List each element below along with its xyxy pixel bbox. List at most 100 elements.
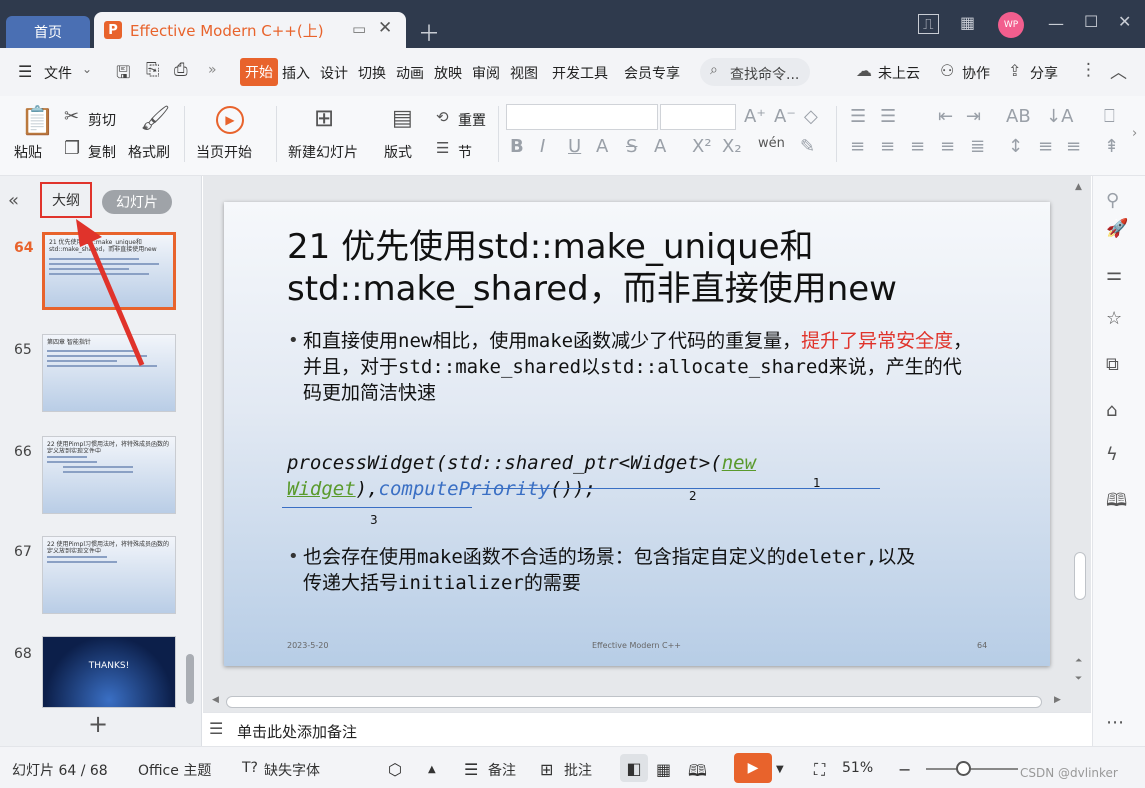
collapse-ribbon-icon[interactable]: ︿ (1110, 58, 1127, 83)
new-slide-button[interactable]: 新建幻灯片 (288, 142, 358, 162)
store-icon[interactable]: ⌂ (1106, 400, 1117, 421)
add-slide-button[interactable]: + (88, 710, 108, 738)
bold-icon[interactable]: B (510, 136, 524, 157)
numbered-list-icon[interactable]: ☰ (880, 106, 896, 127)
shadow-icon[interactable]: A (596, 136, 608, 157)
share-icon[interactable]: ⇪ (1008, 61, 1021, 80)
menu-tab-member[interactable]: 会员专享 (624, 63, 680, 83)
italic-icon[interactable]: I (540, 136, 545, 157)
comments-toggle[interactable]: 批注 (564, 760, 592, 780)
font-name-select[interactable] (506, 104, 658, 130)
menu-tab-developer[interactable]: 开发工具 (552, 63, 608, 83)
notes-pane[interactable]: ☰ 单击此处添加备注 (203, 712, 1091, 746)
caret-up-icon[interactable]: ▲ (428, 764, 436, 775)
scissors-icon[interactable]: ✂ (64, 106, 79, 127)
page-up-icon[interactable]: ⏶ (1075, 656, 1082, 666)
ribbon-scroll-right-icon[interactable]: › (1132, 126, 1137, 141)
slide-sorter-icon[interactable]: ▦ (656, 760, 671, 779)
section-button[interactable]: 节 (458, 142, 472, 162)
scroll-up-icon[interactable]: ▲ (1075, 182, 1082, 192)
menu-tab-slideshow[interactable]: 放映 (434, 63, 462, 83)
pin-window-icon[interactable]: ▭ (352, 20, 366, 38)
increase-indent-icon[interactable]: ⇥ (966, 106, 981, 127)
reset-button[interactable]: 重置 (458, 110, 486, 130)
align-left-icon[interactable]: ≡ (850, 136, 865, 157)
tab-document[interactable]: P Effective Modern C++(上) ▭ ✕ (94, 12, 406, 48)
chevron-down-icon[interactable]: ⌄ (82, 62, 92, 76)
copy-button[interactable]: 复制 (88, 142, 116, 162)
maximize-icon[interactable]: ☐ (1084, 12, 1098, 31)
scrollbar-thumb[interactable] (1074, 552, 1086, 600)
menu-tab-view[interactable]: 视图 (510, 63, 538, 83)
vertical-scrollbar[interactable]: ▲ ⏶ ⏷ (1072, 180, 1088, 690)
new-tab-icon[interactable]: ＋ (418, 16, 440, 48)
bullet-text[interactable]: 也会存在使用make函数不合适的场景：包含指定自定义的deleter,以及传递大… (303, 544, 923, 596)
start-from-current-button[interactable]: 当页开始 (196, 142, 252, 162)
book-icon[interactable]: 🕮 (1106, 488, 1127, 518)
arrange-icon[interactable]: ⇞ (1104, 136, 1119, 157)
reading-view-icon[interactable]: 🕮 (688, 760, 707, 787)
layout-button[interactable]: 版式 (384, 142, 412, 162)
copy-icon[interactable]: ❐ (64, 138, 80, 159)
increase-font-icon[interactable]: A⁺ (744, 106, 766, 127)
paste-icon[interactable]: 📋 (20, 104, 55, 137)
animation-icon[interactable]: 🚀 (1106, 218, 1128, 239)
missing-font-icon[interactable]: T? (242, 760, 258, 776)
line-spacing-icon[interactable]: ↕ (1008, 136, 1023, 157)
panel-scrollbar[interactable] (186, 654, 194, 704)
tab-slides[interactable]: 幻灯片 (102, 190, 172, 214)
font-color-icon[interactable]: A (654, 136, 666, 157)
cut-button[interactable]: 剪切 (88, 110, 116, 130)
page-down-icon[interactable]: ⏷ (1075, 674, 1082, 684)
clear-format-icon[interactable]: ◇ (804, 106, 818, 127)
underline-icon[interactable]: U (568, 136, 581, 157)
collaborate-icon[interactable]: ⚇ (940, 61, 954, 80)
columns-icon[interactable]: ≡ (1066, 136, 1081, 157)
hamburger-menu-icon[interactable]: ☰ (18, 62, 32, 81)
paste-button[interactable]: 粘贴 (14, 142, 42, 162)
scrollbar-thumb[interactable] (226, 696, 1042, 708)
decrease-indent-icon[interactable]: ⇤ (938, 106, 953, 127)
collapse-panel-icon[interactable]: « (8, 190, 19, 211)
slide-title[interactable]: 21 优先使用std::make_unique和 std::make_share… (287, 226, 927, 310)
print-icon[interactable]: ⎙ (174, 60, 188, 80)
cube-icon[interactable]: ⬡ (388, 760, 402, 779)
star-icon[interactable]: ☆ (1106, 308, 1122, 329)
notes-toggle[interactable]: 备注 (488, 760, 516, 780)
minimize-icon[interactable]: — (1048, 14, 1064, 33)
search-input[interactable]: 查找命令... (730, 64, 799, 84)
save-icon[interactable]: 🖫 (116, 60, 130, 89)
distribute-icon[interactable]: ≣ (970, 136, 985, 157)
apps-grid-icon[interactable]: ▦ (960, 13, 975, 32)
comment-icon[interactable]: ⊞ (540, 760, 553, 779)
command-search[interactable]: ⌕ 查找命令... (700, 58, 810, 86)
cloud-status[interactable]: 未上云 (878, 63, 920, 83)
user-avatar[interactable]: WP (998, 12, 1024, 38)
align-right-icon[interactable]: ≡ (910, 136, 925, 157)
superscript-icon[interactable]: X² (692, 136, 712, 157)
bullet-list-icon[interactable]: ☰ (850, 106, 866, 127)
more-options-icon[interactable]: ⋮ (1080, 60, 1097, 80)
collaborate-button[interactable]: 协作 (962, 63, 990, 83)
more-icon[interactable]: » (208, 62, 217, 78)
strikethrough-icon[interactable]: S (626, 136, 637, 157)
chevron-down-icon[interactable]: ▼ (776, 764, 784, 775)
zoom-level[interactable]: 51% (842, 760, 873, 776)
scroll-right-icon[interactable]: ▶ (1054, 695, 1061, 705)
format-painter-button[interactable]: 格式刷 (128, 142, 170, 162)
window-layout-icon[interactable]: ⎍ (918, 14, 939, 34)
play-slideshow-button[interactable]: ▶ (734, 753, 772, 783)
sort-icon[interactable]: ↓A (1046, 106, 1073, 127)
tab-outline[interactable]: 大纲 (40, 182, 92, 218)
phonetic-icon[interactable]: wén (758, 136, 785, 151)
close-tab-icon[interactable]: ✕ (378, 18, 392, 38)
settings-sliders-icon[interactable]: ⚌ (1106, 264, 1122, 285)
menu-tab-design[interactable]: 设计 (320, 63, 348, 83)
more-icon[interactable]: ⋯ (1106, 712, 1124, 733)
horizontal-scrollbar[interactable]: ◀ ▶ (210, 694, 1070, 710)
reset-icon[interactable]: ⟲ (436, 108, 449, 126)
textbox-icon[interactable]: ⎕ (1104, 106, 1115, 127)
lightning-icon[interactable]: ϟ (1106, 444, 1118, 465)
fit-window-icon[interactable]: ⛶ (814, 760, 825, 780)
paragraph-spacing-icon[interactable]: ≡ (1038, 136, 1053, 157)
